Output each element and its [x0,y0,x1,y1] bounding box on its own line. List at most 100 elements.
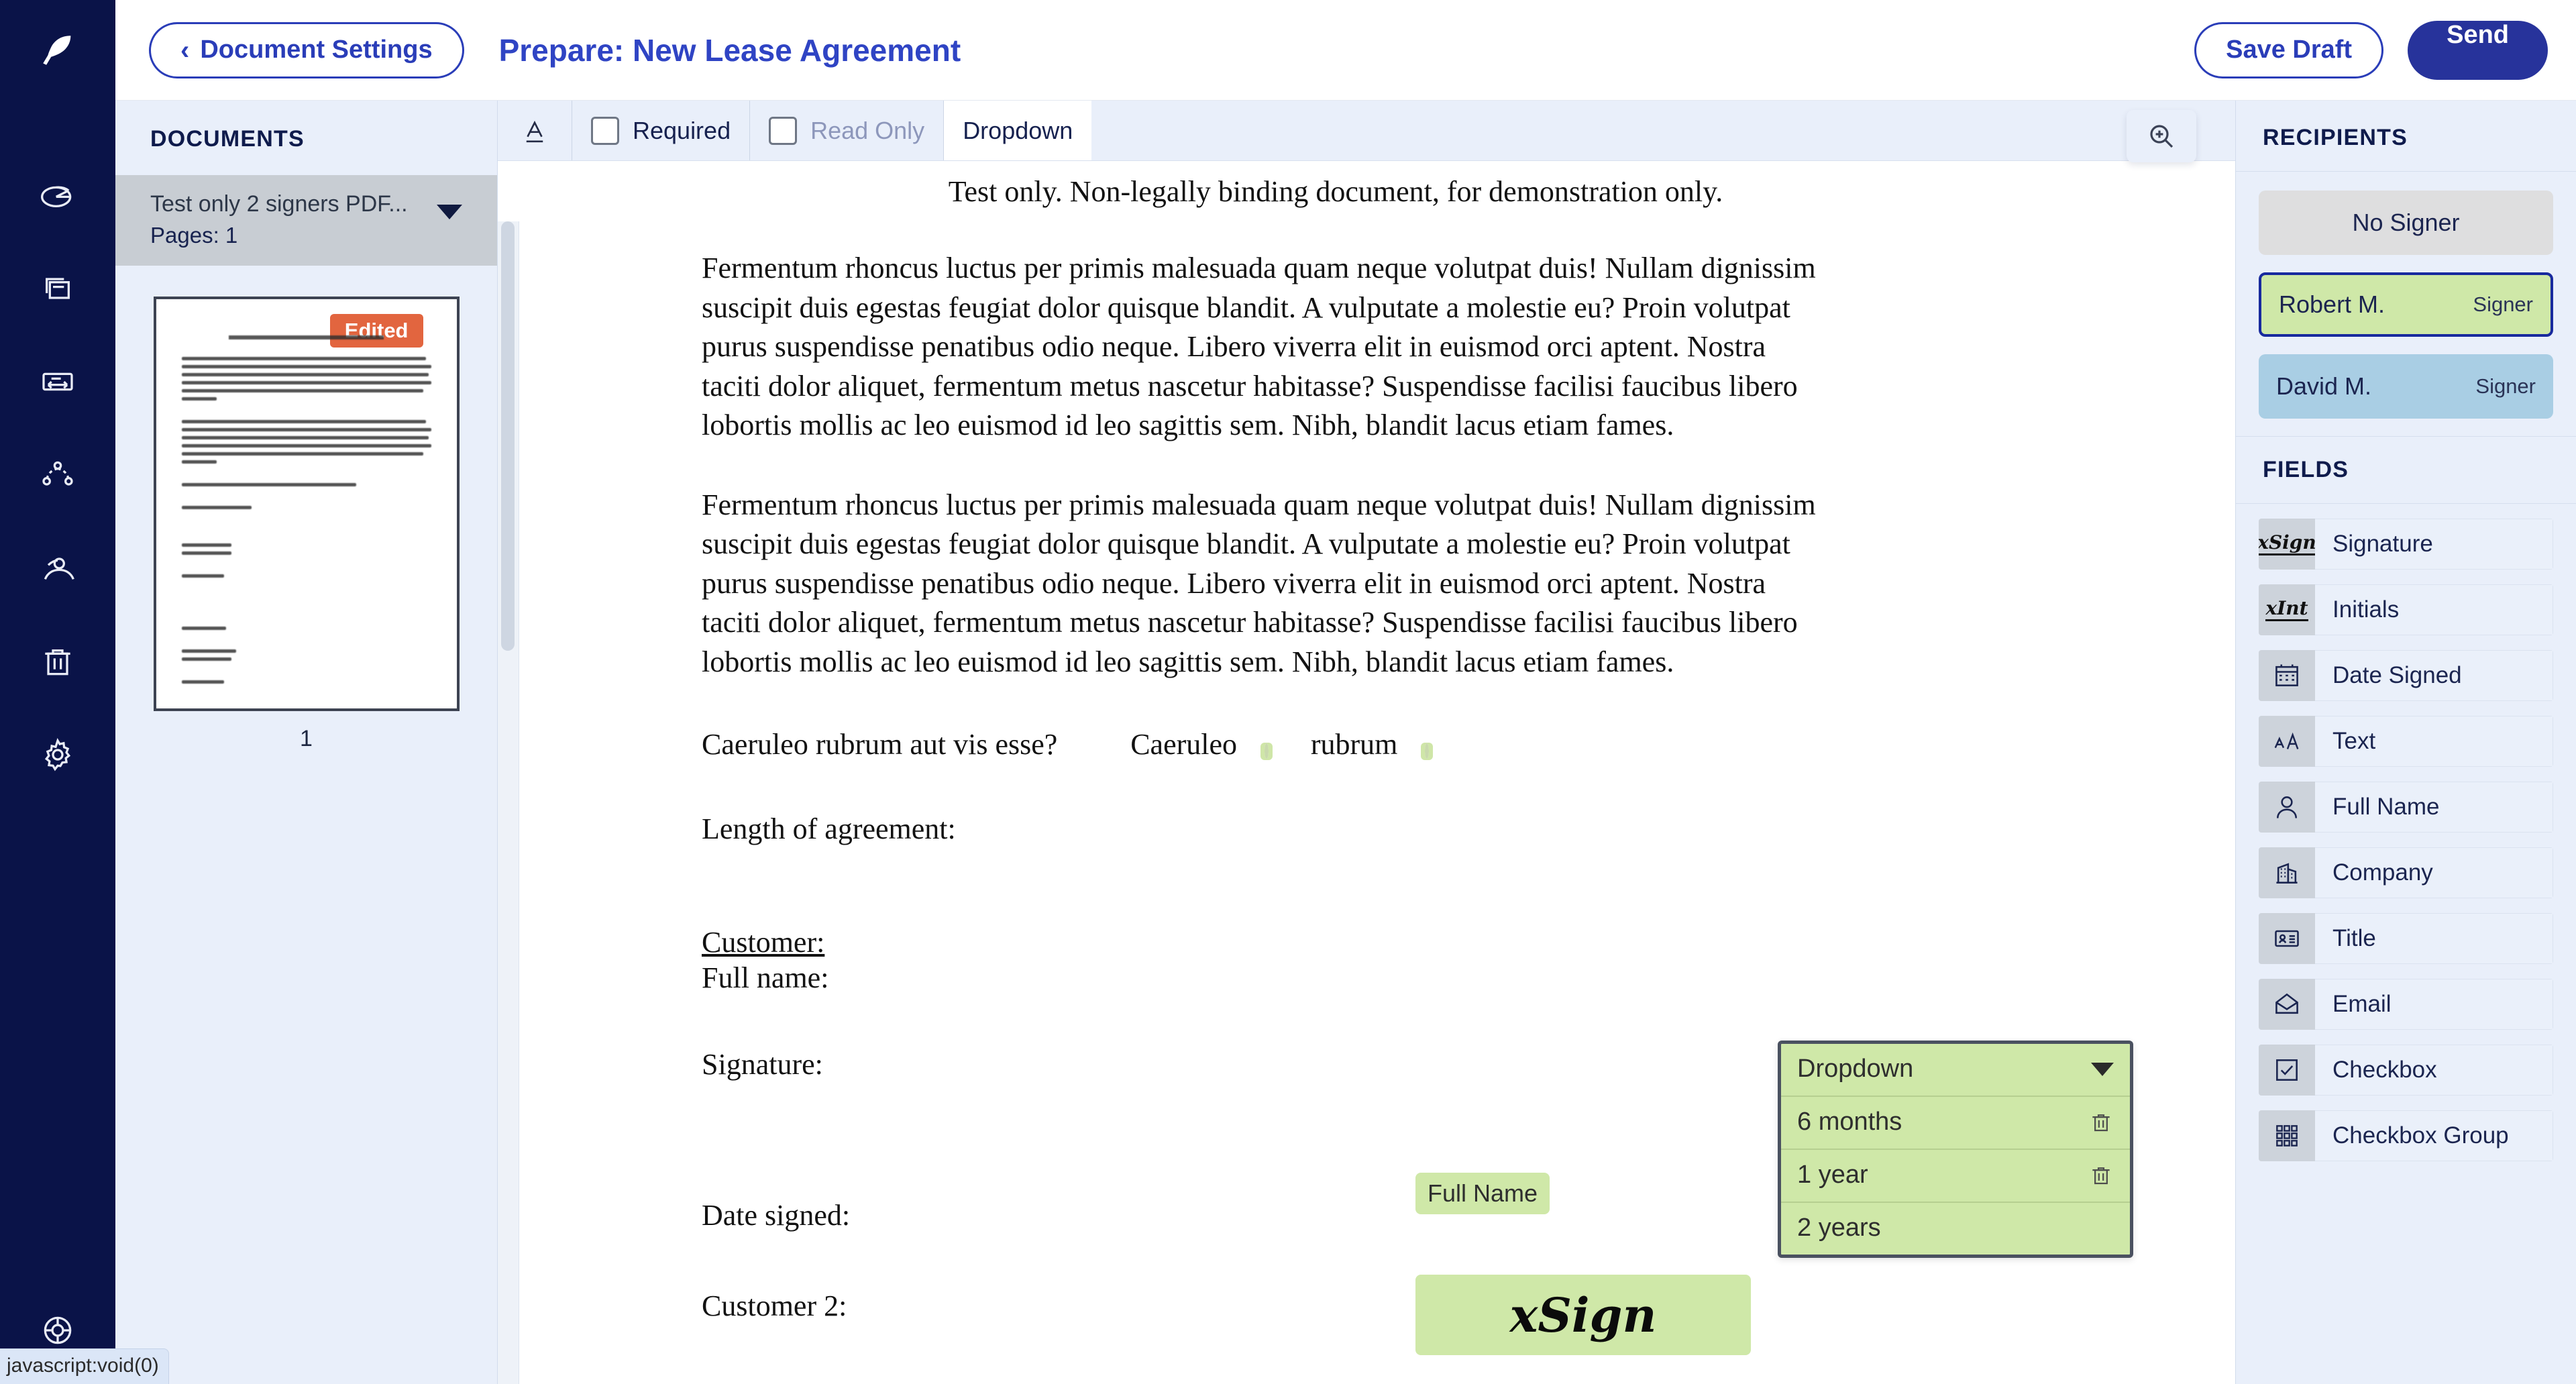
field-item-email[interactable]: Email [2259,979,2553,1030]
sidebar-item-signers[interactable] [29,539,87,597]
document-settings-label: Document Settings [200,36,433,64]
scrollbar-thumb[interactable] [501,221,515,651]
text-style-button[interactable] [498,101,572,160]
doc-question-row: Caeruleo rubrum aut vis esse? Caeruleo r… [562,727,2109,781]
field-item-title[interactable]: Title [2259,913,2553,964]
recipient-name: No Signer [2352,209,2460,236]
doc-paragraph-1: Fermentum rhoncus luctus per primis male… [702,252,1816,442]
sidebar-item-documents[interactable] [29,260,87,317]
field-chip-signature[interactable]: xSign [1415,1275,1751,1355]
field-chip-full-name[interactable]: Full Name [1415,1173,1550,1214]
field-properties-toolbar: Required Read Only Dropdown [498,101,2235,161]
chevron-down-icon[interactable] [2091,1062,2114,1076]
read-only-checkbox-cell[interactable]: Read Only [750,101,945,160]
dropdown-option-label: 2 years [1797,1214,1881,1242]
doc-option-b-label: rubrum [1310,728,1398,761]
trash-icon[interactable] [2088,1110,2114,1135]
doc-question-label: Caeruleo rubrum aut vis esse? [702,728,1058,761]
sidebar-item-dashboard[interactable] [29,166,87,224]
documents-copy-icon [46,278,70,299]
zoom-in-button[interactable] [2127,110,2196,162]
field-item-company[interactable]: Company [2259,847,2553,898]
field-item-label: Checkbox [2315,1045,2553,1096]
field-item-text[interactable]: Text [2259,716,2553,767]
field-item-label: Date Signed [2315,650,2553,701]
top-header: ‹ Document Settings Prepare: New Lease A… [115,0,2576,101]
recipient-david-m[interactable]: David M. Signer [2259,354,2553,419]
trash-icon[interactable] [2088,1163,2114,1188]
page-title: Prepare: New Lease Agreement [498,32,961,68]
id-card-icon [2275,930,2299,947]
status-bar-link: javascript:void(0) [0,1348,169,1384]
selected-field-type[interactable]: Dropdown [944,101,1092,160]
required-checkbox-cell[interactable]: Required [572,101,751,160]
lifebuoy-help-icon [44,1316,72,1344]
field-item-date-signed[interactable]: Date Signed [2259,650,2553,701]
signature-script-icon: xSign [2259,519,2316,570]
page-vertical-scrollbar[interactable] [498,221,519,1384]
radio-field-a[interactable] [1260,742,1273,760]
field-item-full-name[interactable]: Full Name [2259,782,2553,833]
field-item-signature[interactable]: xSign Signature [2259,519,2553,570]
doc-length-label: Length of agreement: [702,812,956,846]
dropdown-header-label: Dropdown [1797,1055,1914,1083]
app-logo[interactable] [0,0,115,101]
fields-list: xSign Signature xInt Initials Date Signe… [2236,504,2576,1176]
field-item-label: Email [2315,979,2553,1030]
dropdown-header[interactable]: Dropdown [1781,1044,2130,1097]
app-root: ‹ Document Settings Prepare: New Lease A… [0,0,2576,1384]
chevron-left-icon: ‹ [180,35,190,65]
doc-paragraph-2: Fermentum rhoncus luctus per primis male… [702,488,1816,678]
document-list-item[interactable]: Test only 2 signers PDF... Pages: 1 [115,175,497,266]
envelope-icon [2275,993,2298,1014]
doc-datesigned-label: Date signed: [702,1199,851,1232]
contacts-network-icon [42,461,73,486]
feather-quill-icon [43,36,71,65]
sidebar-item-settings[interactable] [29,726,87,784]
chevron-down-icon[interactable] [437,205,462,219]
sidebar-item-templates[interactable] [29,353,87,411]
sidebar-item-help[interactable] [0,1312,115,1349]
page-thumbnail-wrap: Edited 1 [115,266,497,752]
doc-signature-label: Signature: [702,1048,823,1081]
radio-field-b[interactable] [1421,742,1434,760]
required-checkbox[interactable] [591,116,619,145]
recipients-heading: RECIPIENTS [2236,101,2576,172]
field-item-checkbox-group[interactable]: Checkbox Group [2259,1110,2553,1161]
doc-customer-block: Customer: Full name: [562,925,2109,995]
recipient-no-signer[interactable]: No Signer [2259,191,2553,255]
sidebar-item-contacts[interactable] [29,446,87,504]
page-scroll-area[interactable]: Test only. Non-legally binding document,… [498,161,2235,1384]
send-button[interactable]: Send [2408,20,2548,80]
right-panel: RECIPIENTS No Signer Robert M. Signer Da… [2235,101,2576,1384]
grid-dots-icon [2276,1125,2298,1147]
magnifier-plus-icon [2150,125,2174,148]
dropdown-option[interactable]: 6 months [1781,1097,2130,1150]
dropdown-option[interactable]: 1 year [1781,1150,2130,1203]
field-item-initials[interactable]: xInt Initials [2259,584,2553,635]
required-label: Required [633,116,731,144]
dropdown-field-widget[interactable]: Dropdown 6 months 1 year 2 years [1778,1041,2133,1258]
doc-fullname-row: Full name: [702,961,2109,995]
read-only-checkbox[interactable] [769,116,798,145]
field-item-label: Checkbox Group [2315,1110,2553,1161]
sidebar-item-trash[interactable] [29,633,87,690]
save-draft-button[interactable]: Save Draft [2194,21,2384,78]
documents-heading: DOCUMENTS [150,126,305,152]
document-settings-button[interactable]: ‹ Document Settings [149,21,464,78]
field-item-label: Initials [2315,584,2553,635]
thumbnail-page-number: 1 [300,725,313,751]
page-thumbnail[interactable]: Edited [153,296,460,711]
doc-option-a-label: Caeruleo [1130,728,1237,761]
pdf-page: Test only. Non-legally binding document,… [498,161,2174,1384]
recipient-role: Signer [2473,292,2533,316]
document-name: Test only 2 signers PDF... [150,191,408,217]
checkbox-icon [2276,1059,2298,1081]
dropdown-option[interactable]: 2 years [1781,1203,2130,1255]
recipient-robert-m[interactable]: Robert M. Signer [2259,272,2553,337]
rail-items [0,101,115,784]
left-nav-rail [0,0,115,1384]
gear-settings-icon [44,738,71,771]
text-aa-icon [2274,732,2299,749]
field-item-checkbox[interactable]: Checkbox [2259,1045,2553,1096]
